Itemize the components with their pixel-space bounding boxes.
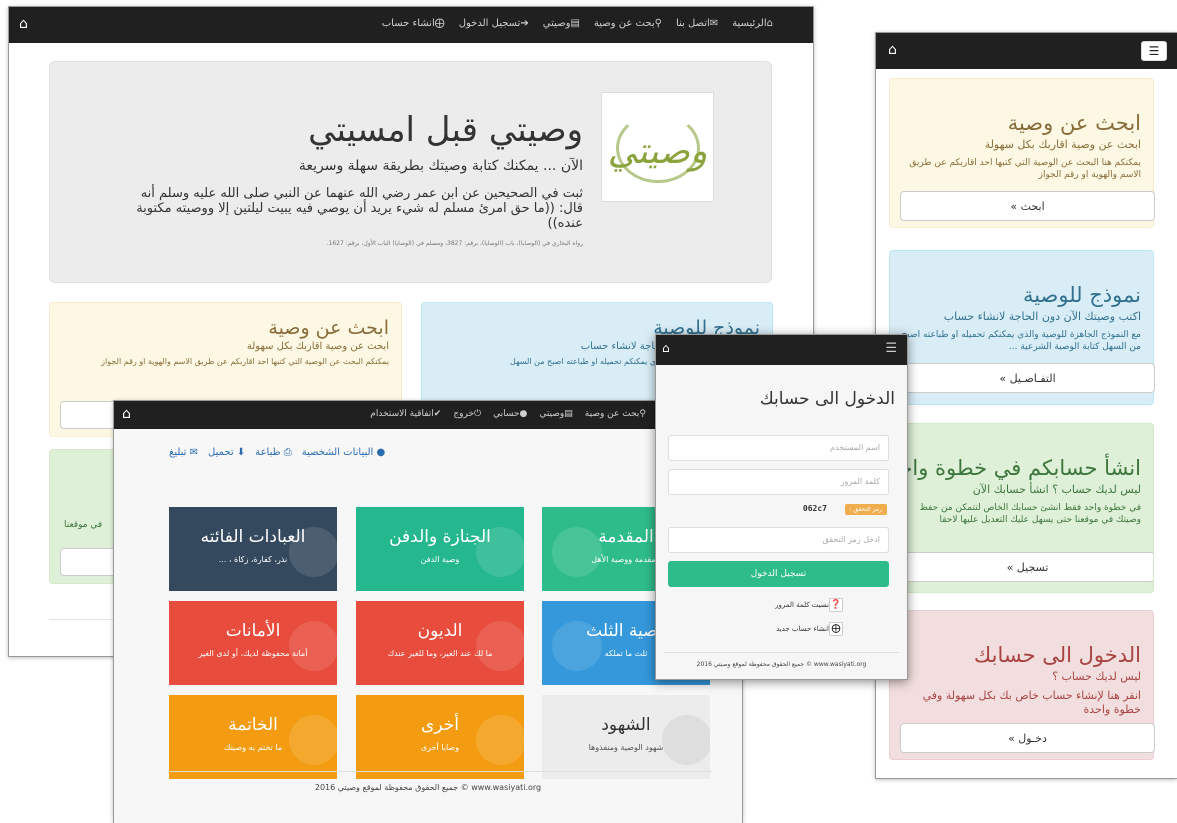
login-icon: ➔ bbox=[520, 18, 529, 29]
login-navbar: ⌂ ☰ bbox=[656, 335, 907, 365]
side-template-button[interactable]: التفـاصـيل » bbox=[900, 363, 1155, 393]
search-icon: ⚲ bbox=[639, 409, 646, 419]
login-submit-button[interactable]: تسجيل الدخول bbox=[668, 561, 889, 587]
home-icon[interactable]: ⌂ bbox=[888, 42, 897, 58]
side-register-desc: في خطوة واحد فقط انشئ حسابك الخاص لتتمكن… bbox=[919, 503, 1141, 525]
main-nav-links: ⌂ الرئيسية ✉ اتصل بنا ⚲ بحث عن وصية ▤ وص… bbox=[382, 18, 773, 29]
check-circle-icon: ✔ bbox=[433, 409, 442, 419]
power-icon: ⏻ bbox=[474, 409, 482, 419]
action-report[interactable]: ✉ تبليغ bbox=[169, 447, 198, 458]
search-card-desc: يمكنكم البحث عن الوصية التي كتبها احد اق… bbox=[101, 357, 389, 366]
user-icon: ● bbox=[519, 409, 528, 419]
dash-nav-search[interactable]: ⚲بحث عن وصية bbox=[585, 409, 646, 419]
side-template-title: نموذج للوصية bbox=[1022, 283, 1141, 307]
create-account-link[interactable]: انشاء حساب جديد bbox=[776, 625, 829, 633]
mobile-window: ⌂ ☰ ابحث عن وصية ابحث عن وصية اقاربك بكل… bbox=[875, 32, 1177, 779]
plus-circle-icon: ⨁ bbox=[829, 622, 843, 636]
page-title: وصيتي قبل امسيتي bbox=[308, 110, 583, 150]
hadith-reference: رواه البخاري في (الوصايا)، باب (الوصايا)… bbox=[326, 240, 583, 247]
side-register-title: انشأ حسابكم في خطوة واحدة bbox=[889, 456, 1141, 480]
envelope-icon: ✉ bbox=[709, 18, 719, 29]
side-search-subtitle: ابحث عن وصية اقاربك بكل سهولة bbox=[984, 138, 1141, 151]
page-subtitle: الآن ... يمكنك كتابة وصيتك بطريقة سهلة و… bbox=[298, 158, 583, 174]
side-template-card: نموذج للوصية اكتب وصيتك الآن دون الحاجة … bbox=[889, 250, 1155, 405]
dashboard-window: ⌂ ⚲بحث عن وصية ▤وصيتي ●حسابي ⏻خروج ✔اتفا… bbox=[113, 400, 743, 823]
side-login-card: الدخول الى حسابك ليس لديك حساب ؟ انقر هن… bbox=[889, 610, 1155, 760]
question-icon: ❓ bbox=[829, 598, 843, 612]
tile-debts[interactable]: الديون ما لك عند الغير، وما للغير عندك bbox=[356, 601, 524, 685]
nav-search[interactable]: ⚲ بحث عن وصية bbox=[594, 18, 662, 29]
main-navbar: ⌂ ⌂ الرئيسية ✉ اتصل بنا ⚲ بحث عن وصية ▤ … bbox=[9, 7, 813, 43]
side-login-subtitle: ليس لديك حساب ؟ bbox=[1052, 670, 1141, 683]
site-logo: وصيتي bbox=[601, 92, 714, 202]
side-login-button[interactable]: دخـول » bbox=[900, 723, 1155, 753]
login-title: الدخول الى حسابك bbox=[759, 389, 895, 409]
print-icon: ⎙ bbox=[280, 447, 292, 458]
captcha-input[interactable]: ادخل رمز التحقق bbox=[668, 527, 889, 553]
envelope-icon: ✉ bbox=[186, 447, 199, 458]
side-search-card: ابحث عن وصية ابحث عن وصية اقاربك بكل سهو… bbox=[889, 78, 1155, 228]
user-icon: ● bbox=[373, 447, 386, 458]
login-window: ⌂ ☰ الدخول الى حسابك اسم المستخدم كلمة ا… bbox=[655, 334, 908, 680]
side-login-desc: انقر هنا لإنشاء حساب خاص بك بكل سهولة وف… bbox=[922, 689, 1141, 716]
home-icon[interactable]: ⌂ bbox=[122, 406, 131, 422]
side-search-button[interactable]: ابحث » bbox=[900, 191, 1155, 221]
hadith-text: ثبت في الصحيحين عن ابن عمر رضي الله عنهم… bbox=[136, 186, 583, 231]
search-icon: ⚲ bbox=[654, 18, 662, 29]
home-icon[interactable]: ⌂ bbox=[19, 16, 28, 32]
dashboard-actions: ● البيانات الشخصية ⎙ طباعة ⬇ تحميل ✉ تبل… bbox=[169, 447, 385, 458]
username-input[interactable]: اسم المستخدم bbox=[668, 435, 889, 461]
jumbotron: وصيتي وصيتي قبل امسيتي الآن ... يمكنك كت… bbox=[49, 61, 772, 283]
tile-trusts[interactable]: الأمانات أمانة محفوظة لديك، أو لدى الغير bbox=[169, 601, 337, 685]
download-icon: ⬇ bbox=[233, 447, 246, 458]
book-icon: ▤ bbox=[570, 18, 580, 29]
action-download[interactable]: ⬇ تحميل bbox=[208, 447, 245, 458]
side-login-title: الدخول الى حسابك bbox=[973, 643, 1141, 667]
password-input[interactable]: كلمة المرور bbox=[668, 469, 889, 495]
dashboard-footer: جميع الحقوق محفوظة لموقع وصيتي 2016 © ww… bbox=[314, 783, 542, 792]
home-icon[interactable]: ⌂ bbox=[662, 341, 670, 355]
side-register-card: انشأ حسابكم في خطوة واحدة ليس لديك حساب … bbox=[889, 423, 1154, 593]
dash-nav-terms[interactable]: ✔اتفاقية الاستخدام bbox=[370, 409, 441, 419]
dashboard-footer-divider bbox=[169, 771, 712, 772]
login-footer: جميع الحقوق محفوظة لموقع وصيتي 2016 © ww… bbox=[696, 661, 867, 668]
forgot-password-link[interactable]: نسيت كلمة المرور bbox=[775, 601, 829, 609]
nav-home[interactable]: ⌂ الرئيسية bbox=[732, 18, 773, 29]
search-card-title: ابحث عن وصية bbox=[268, 317, 389, 339]
nav-register[interactable]: ⨁ انشاء حساب bbox=[382, 18, 445, 29]
side-register-button[interactable]: تسجيل » bbox=[900, 552, 1153, 582]
register-card-partial-text: في موقعنا bbox=[64, 520, 103, 530]
menu-toggle-icon[interactable]: ☰ bbox=[1141, 41, 1167, 61]
tile-missed-worship[interactable]: العبادات الفائته نذر، كفارة، زكاة ، ... bbox=[169, 507, 337, 591]
side-search-desc: يمكنكم هنا البحث عن الوصية التي كتبها اح… bbox=[909, 158, 1141, 180]
side-template-subtitle: اكتب وصيتك الآن دون الحاجة لانشاء حساب bbox=[943, 310, 1141, 323]
nav-contact[interactable]: ✉ اتصل بنا bbox=[676, 18, 718, 29]
tile-conclusion[interactable]: الخاتمة ما تختم به وصيتك bbox=[169, 695, 337, 779]
tile-other[interactable]: أخرى وصايا أخرى bbox=[356, 695, 524, 779]
captcha-label: رمز التحقق : bbox=[844, 504, 887, 515]
tile-witnesses[interactable]: الشهود شهود الوصية ومنفذوها bbox=[542, 695, 710, 779]
login-footer-divider bbox=[664, 652, 899, 653]
captcha-code: 062c7 bbox=[802, 504, 827, 513]
nav-my-will[interactable]: ▤ وصيتي bbox=[543, 18, 580, 29]
mobile-navbar: ⌂ ☰ bbox=[876, 33, 1177, 69]
menu-toggle-icon[interactable]: ☰ bbox=[885, 341, 897, 356]
dashboard-navbar: ⌂ ⚲بحث عن وصية ▤وصيتي ●حسابي ⏻خروج ✔اتفا… bbox=[114, 401, 742, 429]
home-icon: ⌂ bbox=[766, 18, 773, 29]
nav-login[interactable]: ➔ تسجيل الدخول bbox=[459, 18, 529, 29]
dash-nav-logout[interactable]: ⏻خروج bbox=[453, 409, 481, 419]
plus-circle-icon: ⨁ bbox=[434, 18, 445, 29]
action-personal-data[interactable]: ● البيانات الشخصية bbox=[302, 447, 386, 458]
logo-text: وصيتي bbox=[607, 131, 708, 172]
dash-nav-account[interactable]: ●حسابي bbox=[493, 409, 527, 419]
search-card-subtitle: ابحث عن وصية اقاربك بكل سهولة bbox=[246, 341, 389, 352]
side-search-title: ابحث عن وصية bbox=[1007, 111, 1141, 135]
side-template-desc: مع النموذج الجاهزة للوصية والذي يمكنكم ت… bbox=[901, 330, 1141, 352]
dashboard-nav-links: ⚲بحث عن وصية ▤وصيتي ●حسابي ⏻خروج ✔اتفاقي… bbox=[370, 409, 646, 419]
tile-funeral[interactable]: الجنازة والدفن وصية الدفن bbox=[356, 507, 524, 591]
file-icon: ▤ bbox=[564, 409, 573, 419]
side-register-subtitle: ليس لديك حساب ؟ انشأ حسابك الآن bbox=[972, 483, 1141, 496]
dash-nav-my-will[interactable]: ▤وصيتي bbox=[539, 409, 572, 419]
action-print[interactable]: ⎙ طباعة bbox=[255, 447, 292, 458]
